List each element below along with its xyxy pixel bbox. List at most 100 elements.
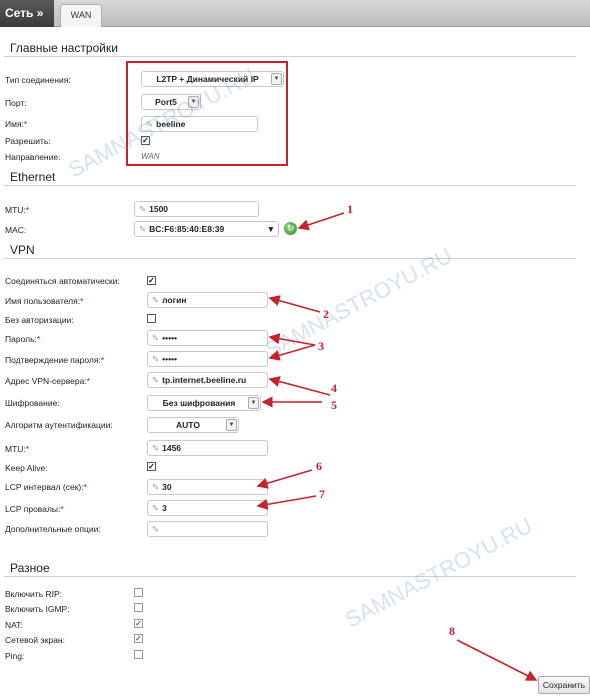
encryption-label: Шифрование: (5, 398, 60, 408)
eth-mtu-label: MTU:* (5, 205, 29, 215)
name-label-text: Имя: (5, 119, 24, 129)
required-star: * (36, 334, 41, 344)
arrow-3b (268, 344, 316, 361)
password-confirm-label-text: Подтверждение пароля: (5, 355, 101, 365)
auto-connect-checkbox[interactable]: ✓ (147, 276, 156, 285)
pencil-icon: ✎ (152, 295, 160, 305)
divider (4, 576, 576, 577)
required-star: * (80, 296, 84, 306)
vpn-server-label: Адрес VPN-сервера:* (5, 376, 90, 386)
section-title-vpn: VPN (10, 243, 35, 257)
arrow-8 (456, 639, 538, 681)
allow-checkbox[interactable]: ✓ (141, 136, 150, 145)
password-confirm-input[interactable]: ✎ ••••• (147, 351, 268, 367)
section-title-misc: Разное (10, 561, 50, 575)
mac-value: BC:F6:85:40:E8:39 (149, 224, 225, 234)
ping-label: Ping: (5, 651, 25, 661)
firewall-checkbox[interactable]: ✓ (134, 634, 143, 643)
firewall-label: Сетевой экран: (5, 635, 65, 645)
auth-algorithm-select[interactable]: AUTO ▼ (147, 417, 239, 433)
annotation-arrows (256, 212, 538, 681)
auto-connect-label: Соединяться автоматически: (5, 276, 120, 286)
conn-type-label: Тип соединения: (5, 75, 71, 85)
password-label: Пароль:* (5, 334, 40, 344)
extra-options-label: Дополнительные опции: (5, 524, 101, 534)
mac-input[interactable]: ✎ BC:F6:85:40:E8:39 ▼ (134, 221, 279, 237)
required-star: * (86, 376, 90, 386)
tab-wan[interactable]: WAN (60, 4, 102, 27)
username-label: Имя пользователя:* (5, 296, 83, 306)
refresh-mac-icon[interactable]: ↻ (284, 222, 297, 235)
igmp-label: Включить IGMP: (5, 604, 70, 614)
direction-value: WAN (141, 152, 160, 161)
watermark: SAMNASTROYU.RU (261, 242, 457, 363)
username-label-text: Имя пользователя: (5, 296, 81, 306)
section-title-main: Главные настройки (10, 41, 118, 55)
annotation-number: 3 (318, 339, 324, 353)
auth-algorithm-label: Алгоритм аутентификации: (5, 420, 113, 430)
noauth-checkbox[interactable] (147, 314, 156, 323)
chevron-down-icon: ▼ (188, 96, 199, 108)
nat-checkbox[interactable]: ✓ (134, 619, 143, 628)
lcp-failures-input[interactable]: ✎ 3 (147, 500, 268, 516)
arrow-2 (268, 295, 321, 313)
watermark: SAMNASTROYU.RU (341, 512, 537, 633)
username-input[interactable]: ✎ логин (147, 292, 268, 308)
section-title-ethernet: Ethernet (10, 170, 56, 184)
keepalive-checkbox[interactable]: ✓ (147, 462, 156, 471)
eth-mtu-input[interactable]: ✎ 1500 (134, 201, 259, 217)
noauth-label: Без авторизации: (5, 315, 74, 325)
pencil-icon: ✎ (146, 119, 154, 129)
lcp-interval-label: LCP интервал (сек):* (5, 482, 87, 492)
required-star: * (25, 205, 30, 215)
password-input[interactable]: ✎ ••••• (147, 330, 268, 346)
ping-checkbox[interactable] (134, 650, 143, 659)
arrow-4 (268, 376, 331, 396)
pencil-icon: ✎ (152, 354, 160, 364)
breadcrumb[interactable]: Сеть » (0, 0, 54, 27)
vpn-mtu-input[interactable]: ✎ 1456 (147, 440, 268, 456)
direction-label: Направление: (5, 152, 61, 162)
rip-checkbox[interactable] (134, 588, 143, 597)
port-select[interactable]: Port5 ▼ (141, 94, 201, 110)
annotation-number: 7 (319, 487, 325, 501)
vpn-server-value: tp.internet.beeline.ru (162, 375, 247, 385)
vpn-mtu-label-text: MTU: (5, 444, 26, 454)
port-label: Порт: (5, 98, 27, 108)
pencil-icon: ✎ (152, 375, 160, 385)
rip-label: Включить RIP: (5, 589, 63, 599)
arrow-3a (268, 333, 316, 346)
lcp-interval-input[interactable]: ✎ 30 (147, 479, 268, 495)
name-input[interactable]: ✎ beeline (141, 116, 258, 132)
conn-type-value: L2TP + Динамический IP (156, 74, 259, 84)
vpn-server-label-text: Адрес VPN-сервера: (5, 376, 87, 386)
keepalive-label: Keep Alive: (5, 463, 48, 473)
annotation-number: 5 (331, 398, 337, 412)
required-star: * (83, 482, 87, 492)
allow-label: Разрешить: (5, 136, 51, 146)
chevron-down-icon: ▼ (271, 73, 282, 85)
password-label-text: Пароль: (5, 334, 37, 344)
vpn-server-input[interactable]: ✎ tp.internet.beeline.ru (147, 372, 268, 388)
required-star: * (60, 504, 64, 514)
lcp-failures-label: LCP провалы:* (5, 504, 64, 514)
caret-down-icon[interactable]: ▼ (267, 222, 275, 236)
annotation-number: 1 (347, 202, 353, 216)
encryption-value: Без шифрования (162, 398, 236, 408)
chevron-down-icon: ▼ (226, 419, 237, 431)
required-star: * (23, 119, 28, 129)
password-value: ••••• (162, 333, 178, 343)
lcp-interval-label-text: LCP интервал (сек): (5, 482, 84, 492)
igmp-checkbox[interactable] (134, 603, 143, 612)
name-label: Имя:* (5, 119, 27, 129)
pencil-icon: ✎ (139, 204, 147, 214)
encryption-select[interactable]: Без шифрования ▼ (147, 395, 261, 411)
vpn-mtu-value: 1456 (162, 443, 182, 453)
password-confirm-value: ••••• (162, 354, 178, 364)
pencil-icon: ✎ (152, 524, 160, 534)
conn-type-select[interactable]: L2TP + Динамический IP ▼ (141, 71, 284, 87)
divider (4, 185, 576, 186)
vpn-mtu-label: MTU:* (5, 444, 29, 454)
extra-options-input[interactable]: ✎ (147, 521, 268, 537)
save-button[interactable]: Сохранить (538, 676, 590, 694)
